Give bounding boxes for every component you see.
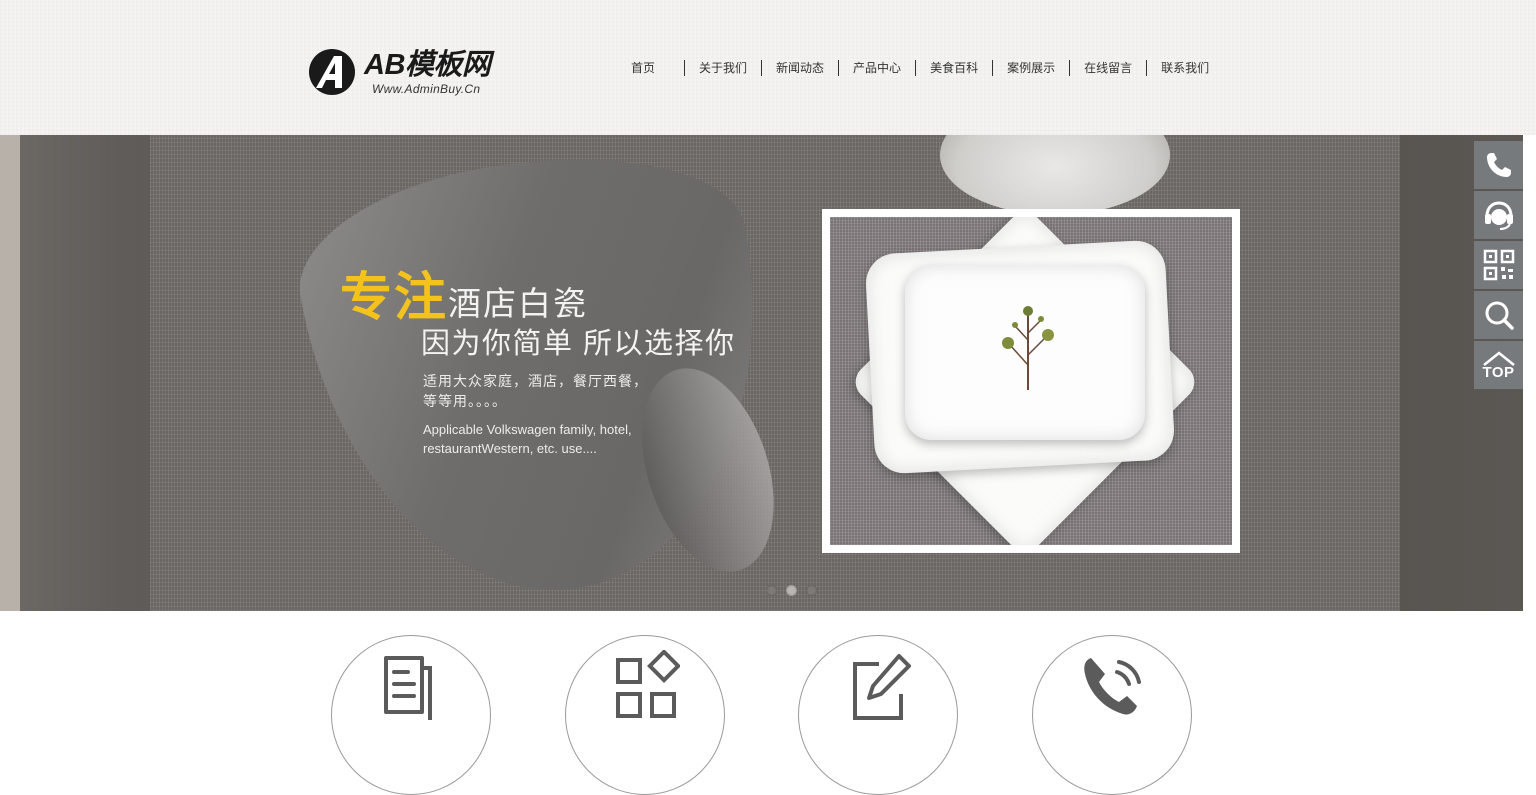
search-icon <box>1485 301 1514 330</box>
service-item-apps[interactable] <box>565 635 725 795</box>
sidebar-search-button[interactable] <box>1474 291 1523 339</box>
nav-cases[interactable]: 案例展示 <box>992 60 1069 76</box>
main-nav: 首页 关于我们 新闻动态 产品中心 美食百科 案例展示 在线留言 联系我们 <box>612 59 1223 77</box>
banner-wood-edge <box>0 135 20 611</box>
nav-products[interactable]: 产品中心 <box>838 60 915 76</box>
nav-contact[interactable]: 联系我们 <box>1146 60 1223 76</box>
phone-icon <box>1486 153 1511 177</box>
nav-guestbook[interactable]: 在线留言 <box>1069 60 1146 76</box>
nav-about[interactable]: 关于我们 <box>684 60 761 76</box>
service-icons-row <box>0 611 1536 795</box>
customer-service-icon <box>1484 201 1513 230</box>
logo-subtitle: Www.AdminBuy.Cn <box>372 82 481 96</box>
nav-food-wiki[interactable]: 美食百科 <box>915 60 992 76</box>
document-icon <box>384 656 432 720</box>
service-item-edit[interactable] <box>798 635 958 795</box>
edit-icon <box>853 654 911 720</box>
floating-toolbar: TOP <box>1474 141 1523 391</box>
banner-tagline: 因为你简单 所以选择你 <box>421 328 736 360</box>
site-header: AB模板网 Www.AdminBuy.Cn 首页 关于我们 新闻动态 产品中心 … <box>0 0 1536 135</box>
sidebar-phone-button[interactable] <box>1474 141 1523 189</box>
slide-dot-2[interactable] <box>786 585 797 596</box>
logo-title: AB模板网 <box>364 49 491 81</box>
service-item-call[interactable] <box>1032 635 1192 795</box>
apps-grid-icon <box>616 650 680 718</box>
banner-desc-cn: 适用大众家庭，酒店，餐厅西餐，等等用。。。。 <box>423 373 648 409</box>
banner-headline-highlight: 专注 <box>340 269 449 327</box>
service-item-document[interactable] <box>331 635 491 795</box>
sidebar-service-button[interactable] <box>1474 191 1523 239</box>
banner-product-photo <box>822 209 1240 553</box>
hero-banner[interactable]: 专注酒店白瓷 因为你简单 所以选择你 适用大众家庭，酒店，餐厅西餐，等等用。。。… <box>0 135 1523 611</box>
logo-mark-icon <box>309 49 355 95</box>
slide-dot-3[interactable] <box>806 585 817 596</box>
site-logo[interactable]: AB模板网 Www.AdminBuy.Cn <box>306 46 521 102</box>
qr-code-icon <box>1483 249 1514 281</box>
banner-headline: 专注酒店白瓷 <box>340 255 588 330</box>
plate-photo <box>830 217 1232 545</box>
banner-desc-en: Applicable Volkswagen family, hotel, res… <box>423 422 632 456</box>
top-label: TOP <box>1482 364 1515 381</box>
nav-news[interactable]: 新闻动态 <box>761 60 838 76</box>
herb-sprig-icon <box>1002 306 1054 390</box>
sidebar-top-button[interactable]: TOP <box>1474 341 1523 389</box>
banner-pagination <box>766 585 817 596</box>
phone-call-icon <box>1084 658 1141 715</box>
slide-dot-1[interactable] <box>766 585 777 596</box>
sidebar-qrcode-button[interactable] <box>1474 241 1523 289</box>
nav-home[interactable]: 首页 <box>612 60 684 76</box>
banner-headline-rest: 酒店白瓷 <box>448 285 589 322</box>
